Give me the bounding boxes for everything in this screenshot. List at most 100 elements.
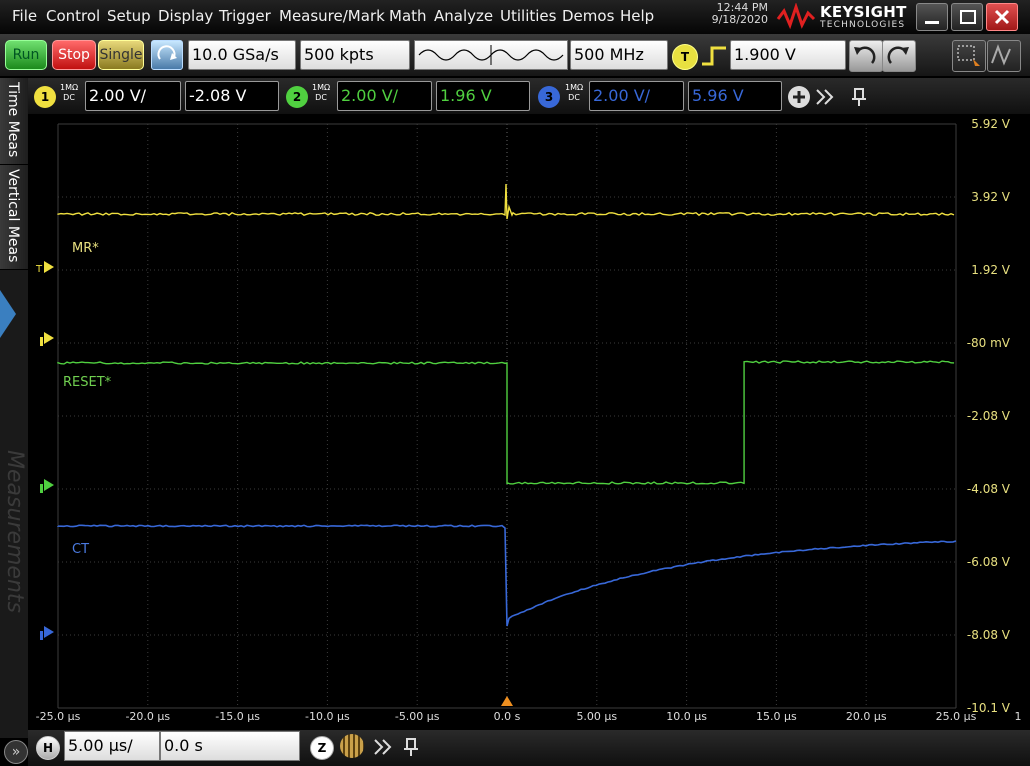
channel-1-offset[interactable]: -2.08 V — [185, 81, 279, 111]
double-chevron-right-icon[interactable] — [814, 86, 836, 108]
channel-3-dc: DC — [565, 93, 583, 103]
channel-1-scale[interactable]: 2.00 V/ — [85, 81, 181, 111]
x-tick-label: 10.0 µs — [666, 710, 707, 723]
menu-utilities[interactable]: Utilities — [500, 7, 556, 25]
y-tick-label: -4.08 V — [967, 482, 1011, 496]
trigger-level-marker-label: T — [35, 264, 43, 275]
clock-date: 9/18/2020 — [700, 14, 768, 26]
sample-rate-field[interactable]: 10.0 GSa/s — [188, 40, 296, 70]
x-tick-label: 0.0 s — [494, 710, 521, 723]
horizontal-position-field[interactable]: 0.0 s — [160, 731, 300, 761]
channel-3-scale[interactable]: 2.00 V/ — [589, 81, 684, 111]
y-tick-label: 1.92 V — [971, 263, 1011, 277]
channel-3-offset[interactable]: 5.96 V — [688, 81, 782, 111]
waveform-display[interactable]: 5.92 V 3.92 V 1.92 V -80 mV -2.08 V -4.08 V -6… — [28, 114, 1030, 734]
memory-depth-field[interactable]: 500 kpts — [300, 40, 410, 70]
x-tick-label: 15.0 µs — [756, 710, 797, 723]
tab-time-meas[interactable]: Time Meas — [0, 78, 28, 165]
menu-setup[interactable]: Setup — [107, 7, 151, 25]
expand-panel-button[interactable]: » — [4, 740, 28, 764]
tab-time-meas-label: Time Meas — [5, 82, 21, 157]
undo-button[interactable] — [849, 40, 883, 72]
pin-icon[interactable] — [848, 86, 870, 108]
channel-2-scale[interactable]: 2.00 V/ — [337, 81, 432, 111]
datetime: 12:44 PM 9/18/2020 — [700, 2, 768, 26]
zoom-box-icon — [953, 41, 983, 69]
trace-label-reset: RESET* — [63, 375, 112, 390]
logo-name: KEYSIGHT — [820, 3, 907, 21]
channel-3-badge[interactable]: 3 — [538, 86, 560, 108]
restore-button[interactable] — [951, 3, 983, 31]
keysight-logo-icon — [776, 3, 816, 31]
x-tick-label: 5.00 µs — [576, 710, 617, 723]
redo-button[interactable] — [882, 40, 916, 72]
menu-file[interactable]: File — [12, 7, 37, 25]
side-tabs: Time Meas Vertical Meas — [0, 78, 28, 738]
bottom-pin-icon[interactable] — [400, 736, 422, 758]
menu-math[interactable]: Math — [389, 7, 427, 25]
channel-2-dc: DC — [312, 93, 330, 103]
acquisition-mode-button[interactable] — [151, 40, 183, 70]
trace-label-mr: MR* — [72, 241, 99, 256]
y-tick-label: -6.08 V — [967, 555, 1011, 569]
y-tick-label: -80 mV — [967, 336, 1011, 350]
measurements-placeholder: Measurements — [2, 450, 27, 613]
refresh-icon — [152, 41, 182, 69]
minimize-button[interactable] — [916, 3, 948, 31]
single-button[interactable]: Single — [98, 40, 144, 70]
x-tick-label: -15.0 µs — [215, 710, 260, 723]
close-icon — [994, 9, 1010, 25]
channel-1-dc: DC — [60, 93, 78, 103]
bandwidth-field[interactable]: 500 MHz — [570, 40, 668, 70]
channel-3-impedance: 1MΩ — [565, 83, 583, 93]
tab-vertical-meas-label: Vertical Meas — [5, 169, 21, 262]
menu-display[interactable]: Display — [158, 7, 213, 25]
add-channel-button[interactable] — [788, 86, 810, 108]
rising-edge-icon[interactable] — [700, 44, 728, 68]
menu-analyze[interactable]: Analyze — [434, 7, 493, 25]
channel-2-badge[interactable]: 2 — [286, 86, 308, 108]
x-tick-label-extra: 1 — [1015, 710, 1022, 723]
menu-control[interactable]: Control — [46, 7, 100, 25]
x-tick-label: -20.0 µs — [125, 710, 170, 723]
channel-3-coupling: 1MΩ DC — [565, 83, 583, 103]
y-tick-label: 3.92 V — [971, 190, 1011, 204]
menu-help[interactable]: Help — [620, 7, 654, 25]
horizontal-badge[interactable]: H — [36, 736, 60, 760]
zoom-badge[interactable]: Z — [310, 736, 334, 760]
channel-2-coupling: 1MΩ DC — [312, 83, 330, 103]
channel-1-coupling: 1MΩ DC — [60, 83, 78, 103]
undo-icon — [850, 41, 880, 69]
channel-2-impedance: 1MΩ — [312, 83, 330, 93]
y-tick-label: -8.08 V — [967, 628, 1011, 642]
channel-1-impedance: 1MΩ — [60, 83, 78, 93]
touch-gesture-button[interactable] — [987, 40, 1021, 72]
channel-1-badge[interactable]: 1 — [34, 86, 56, 108]
panel-expand-arrow-icon[interactable] — [0, 290, 16, 338]
channel-2-offset[interactable]: 1.96 V — [436, 81, 530, 111]
close-button[interactable] — [986, 3, 1018, 31]
x-tick-label: -25.0 µs — [36, 710, 81, 723]
menu-trigger[interactable]: Trigger — [219, 7, 271, 25]
stop-button[interactable]: Stop — [52, 40, 96, 70]
run-button[interactable]: Run — [5, 40, 47, 70]
knob-icon[interactable] — [340, 734, 364, 758]
menu-demos[interactable]: Demos — [562, 7, 614, 25]
menu-bar: File Control Setup Display Trigger Measu… — [0, 0, 1030, 34]
plus-icon — [788, 86, 810, 108]
tab-vertical-meas[interactable]: Vertical Meas — [0, 165, 28, 270]
trace-label-ct: CT — [72, 542, 89, 557]
bottom-double-chevron-right-icon[interactable] — [372, 736, 394, 758]
trigger-level-field[interactable]: 1.900 V — [730, 40, 846, 70]
gesture-icon — [988, 41, 1018, 69]
x-tick-label: -5.00 µs — [395, 710, 440, 723]
timebase-field[interactable]: 5.00 µs/ — [64, 731, 160, 761]
logo-subtitle: TECHNOLOGIES — [820, 20, 905, 30]
restore-icon — [960, 10, 976, 24]
zoom-box-button[interactable] — [952, 40, 986, 72]
menu-measure-mark[interactable]: Measure/Mark — [279, 7, 385, 25]
y-tick-label: -2.08 V — [967, 409, 1011, 423]
x-tick-label: -10.0 µs — [305, 710, 350, 723]
bandwidth-filter-button[interactable] — [414, 40, 568, 70]
trigger-badge[interactable]: T — [672, 44, 698, 70]
